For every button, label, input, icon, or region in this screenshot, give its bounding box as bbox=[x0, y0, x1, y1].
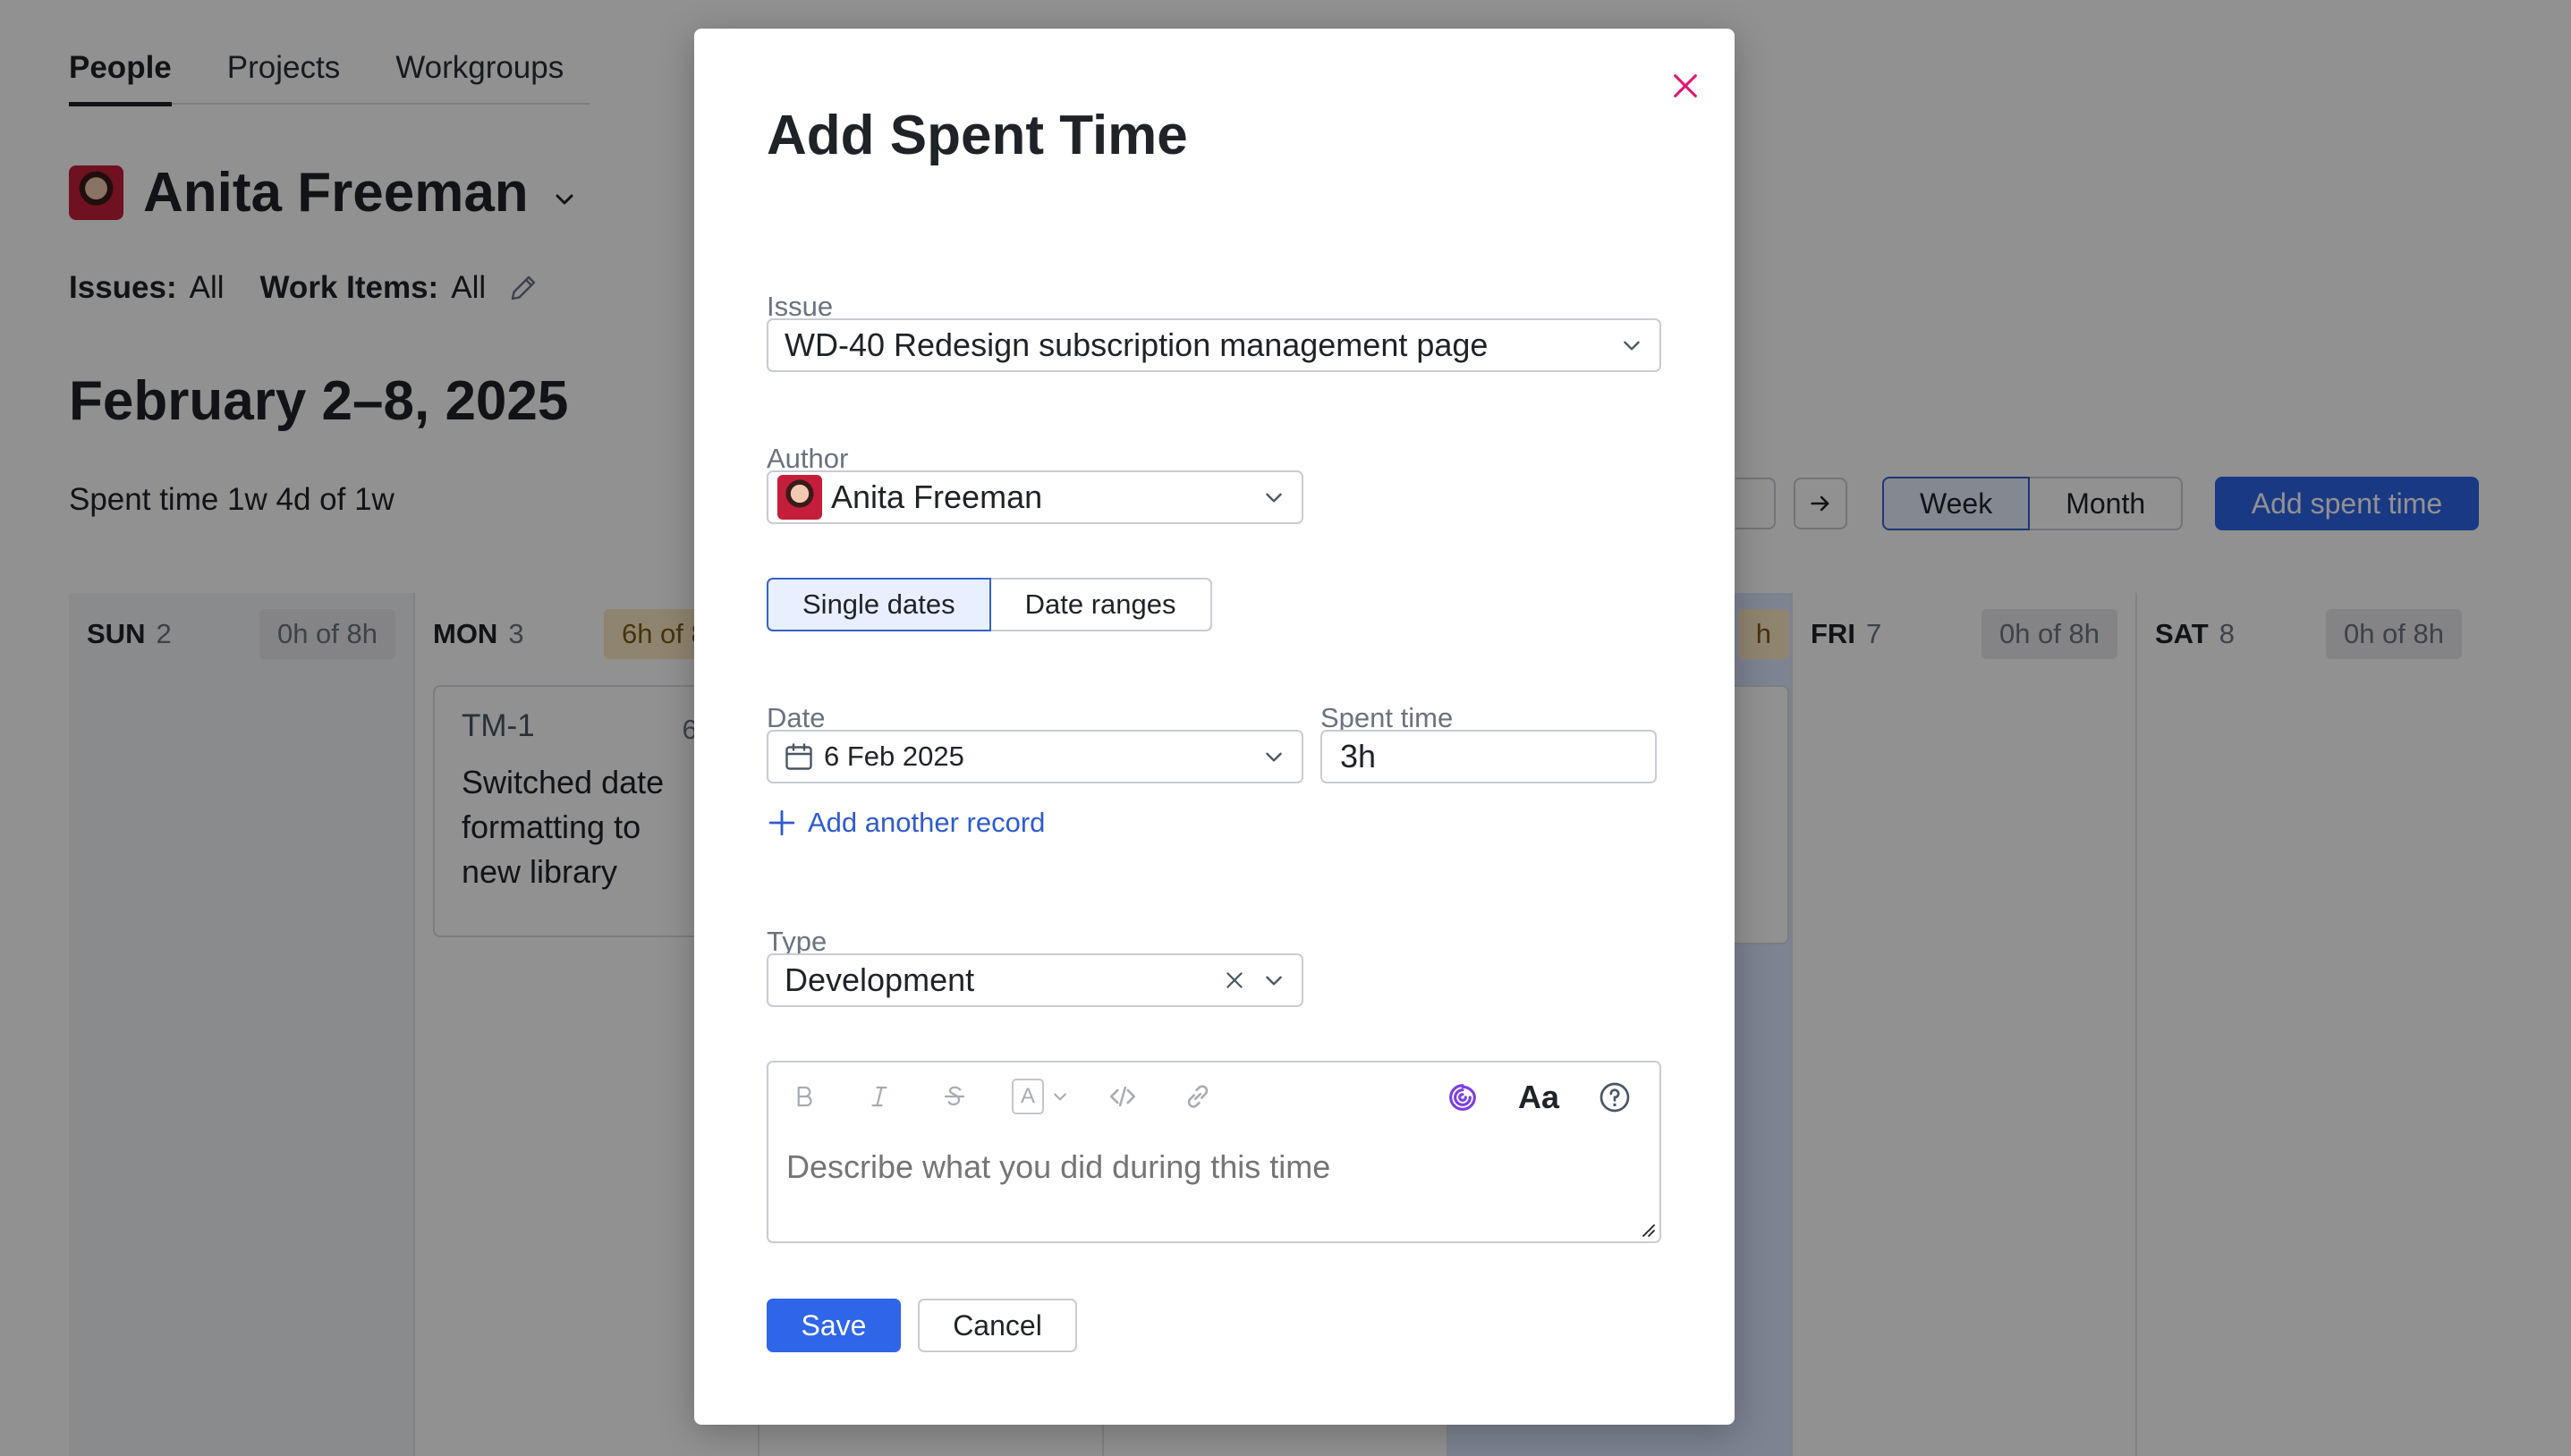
type-select-value: Development bbox=[785, 961, 975, 998]
close-icon bbox=[1674, 74, 1697, 97]
add-another-record-link[interactable]: Add another record bbox=[767, 807, 1045, 839]
link-button[interactable] bbox=[1180, 1079, 1216, 1114]
date-picker[interactable]: 6 Feb 2025 bbox=[767, 730, 1303, 783]
single-dates-button[interactable]: Single dates bbox=[767, 578, 991, 631]
chevron-down-icon bbox=[1054, 1093, 1066, 1101]
close-button[interactable] bbox=[1659, 59, 1712, 113]
italic-button[interactable] bbox=[861, 1079, 897, 1114]
chevron-down-icon bbox=[1266, 752, 1282, 762]
chevron-down-icon bbox=[1266, 976, 1282, 986]
text-color-button[interactable]: A bbox=[1012, 1079, 1069, 1114]
resize-handle-icon[interactable] bbox=[1638, 1220, 1656, 1238]
spent-time-input[interactable] bbox=[1320, 730, 1657, 783]
type-select[interactable]: Development bbox=[767, 953, 1303, 1007]
date-mode-toggle: Single dates Date ranges bbox=[767, 578, 1212, 631]
avatar bbox=[777, 475, 822, 520]
chevron-down-icon bbox=[1624, 341, 1640, 351]
description-editor: A Aa bbox=[767, 1061, 1661, 1243]
issue-select[interactable]: WD-40 Redesign subscription management p… bbox=[767, 318, 1661, 372]
strikethrough-icon bbox=[944, 1086, 965, 1105]
calendar-icon bbox=[785, 743, 812, 770]
chevron-down-icon bbox=[1266, 493, 1282, 503]
date-value: 6 Feb 2025 bbox=[824, 741, 964, 772]
issue-select-value: WD-40 Redesign subscription management p… bbox=[785, 326, 1489, 363]
author-select[interactable]: Anita Freeman bbox=[767, 470, 1303, 524]
add-spent-time-dialog: Add Spent Time Issue WD-40 Redesign subs… bbox=[694, 29, 1735, 1425]
spent-time-page: People Projects Workgroups Anita Freeman… bbox=[0, 0, 2571, 1456]
clear-icon[interactable] bbox=[1223, 969, 1246, 992]
text-color-icon: A bbox=[1012, 1079, 1044, 1114]
strikethrough-button[interactable] bbox=[937, 1079, 972, 1114]
add-another-record-label: Add another record bbox=[808, 807, 1046, 838]
italic-icon bbox=[871, 1086, 887, 1107]
date-ranges-button[interactable]: Date ranges bbox=[990, 578, 1212, 631]
save-button[interactable]: Save bbox=[767, 1299, 901, 1352]
plus-icon bbox=[768, 809, 795, 836]
dialog-title: Add Spent Time bbox=[767, 105, 1188, 166]
text-style-button[interactable]: Aa bbox=[1518, 1079, 1559, 1116]
description-input[interactable] bbox=[786, 1148, 1591, 1186]
code-icon bbox=[1109, 1086, 1136, 1107]
author-select-value: Anita Freeman bbox=[831, 478, 1043, 515]
link-icon bbox=[1187, 1085, 1209, 1108]
ai-assistant-icon[interactable] bbox=[1445, 1079, 1481, 1115]
bold-button[interactable] bbox=[786, 1079, 822, 1114]
editor-toolbar-right: Aa bbox=[1445, 1079, 1633, 1116]
help-icon[interactable] bbox=[1597, 1079, 1633, 1115]
cancel-button[interactable]: Cancel bbox=[918, 1299, 1077, 1352]
code-button[interactable] bbox=[1105, 1079, 1141, 1114]
bold-icon bbox=[797, 1086, 812, 1107]
editor-toolbar: A Aa bbox=[768, 1062, 1659, 1130]
